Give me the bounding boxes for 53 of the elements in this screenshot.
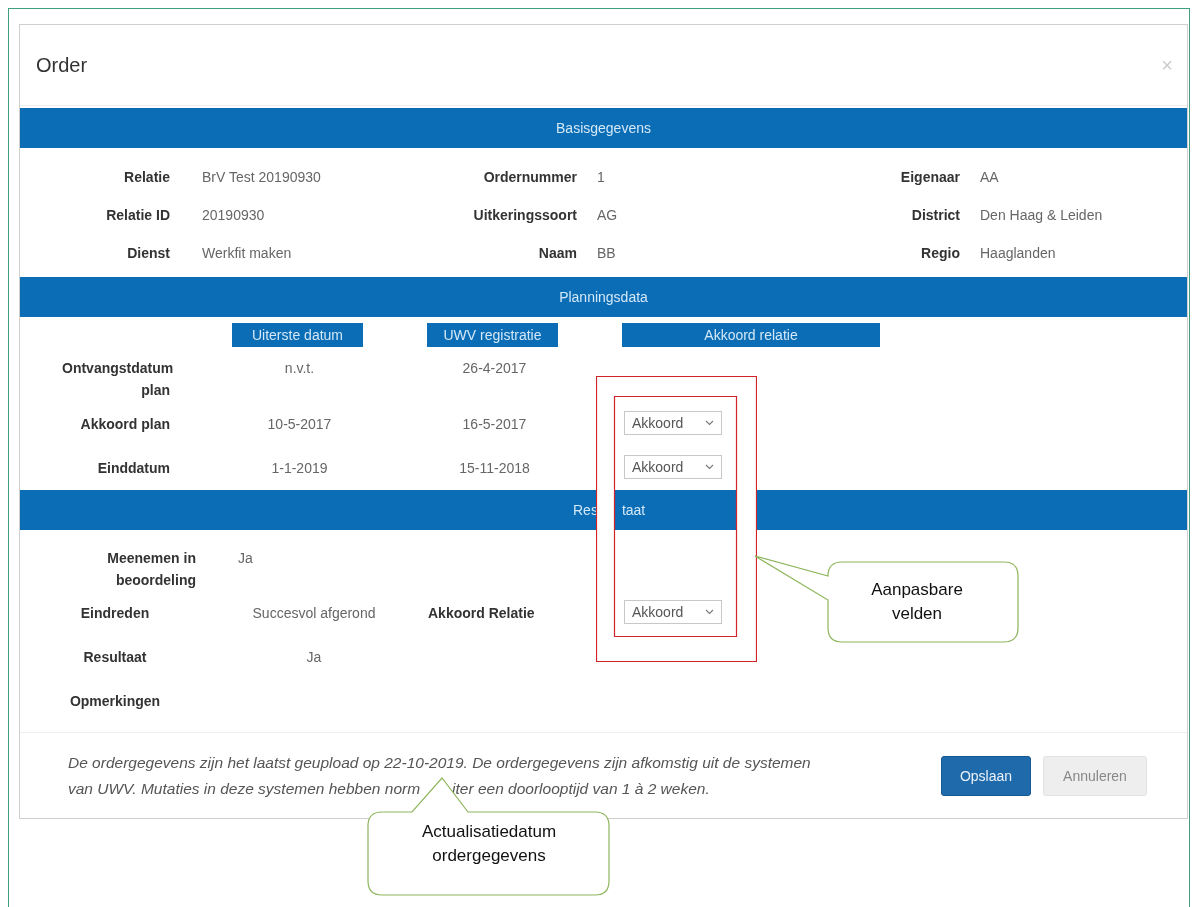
field-value: 1 bbox=[596, 169, 606, 185]
field-label: Ordernummer bbox=[482, 169, 577, 185]
status-dropdown[interactable]: Akkoord bbox=[624, 411, 722, 435]
section-title: Planningsdata bbox=[559, 289, 648, 305]
section-title: taat bbox=[621, 502, 646, 518]
field-label: Dienst bbox=[126, 245, 170, 261]
status-dropdown[interactable]: Akkoord bbox=[624, 600, 722, 624]
field-value: AG bbox=[596, 207, 619, 223]
field-value: Werkfit maken bbox=[201, 245, 293, 261]
status-dropdown[interactable]: Akkoord bbox=[624, 455, 722, 479]
callout-text: Aanpasbare velden bbox=[870, 579, 964, 625]
field-value: 20190930 bbox=[201, 207, 266, 223]
field-label: Akkoord Relatie bbox=[427, 604, 536, 623]
dialog-title: Order bbox=[36, 53, 88, 77]
footer-note: van UWV. Mutaties in deze systemen hebben norm bbox=[68, 778, 421, 799]
footer-note: iter een doorlooptijd van 1 à 2 weken. bbox=[452, 778, 710, 799]
row-label: Meenemen in beoordeling bbox=[106, 549, 196, 590]
date-value: 16-5-2017 bbox=[461, 415, 528, 434]
field-label: Naam bbox=[537, 245, 577, 261]
row-label: Eindreden bbox=[79, 604, 151, 623]
field-label: Relatie bbox=[123, 169, 170, 185]
field-value: Succesvol afgerond bbox=[251, 604, 377, 623]
field-value: BrV Test 20190930 bbox=[201, 169, 322, 185]
footer-note: De ordergegevens zijn het laatst geupload op 22-10-2019. De ordergegevens zijn afkomstig uit de systemen bbox=[68, 752, 811, 773]
field-label: Uitkeringssoort bbox=[472, 207, 577, 223]
field-value: Ja bbox=[305, 648, 323, 667]
field-value: Den Haag & Leiden bbox=[979, 207, 1104, 223]
field-label: Regio bbox=[920, 245, 960, 261]
section-title: Basisgegevens bbox=[556, 120, 651, 136]
row-label: Einddatum bbox=[96, 459, 170, 478]
save-button[interactable]: Opslaan bbox=[941, 755, 1031, 796]
field-label: Eigenaar bbox=[899, 169, 960, 185]
field-label: District bbox=[910, 207, 960, 223]
field-value: Ja bbox=[237, 549, 254, 568]
field-value: BB bbox=[596, 245, 617, 261]
date-value: 10-5-2017 bbox=[266, 415, 333, 434]
row-label: Akkoord plan bbox=[79, 415, 170, 434]
column-header: UWV registratie bbox=[427, 323, 558, 347]
row-label: Opmerkingen bbox=[68, 692, 162, 711]
row-label: Resultaat bbox=[82, 648, 148, 667]
date-value: 15-11-2018 bbox=[458, 459, 531, 478]
chevron-down-icon bbox=[705, 464, 714, 470]
column-header: Uiterste datum bbox=[232, 323, 363, 347]
field-label: Relatie ID bbox=[105, 207, 170, 223]
date-value: n.v.t. bbox=[283, 359, 316, 378]
chevron-down-icon bbox=[705, 609, 714, 615]
callout-text: Actualisatiedatum ordergegevens bbox=[420, 821, 558, 867]
chevron-down-icon bbox=[705, 420, 714, 426]
field-value: Haaglanden bbox=[979, 245, 1057, 261]
column-header: Akkoord relatie bbox=[622, 323, 880, 347]
date-value: 26-4-2017 bbox=[461, 359, 528, 378]
field-value: AA bbox=[979, 169, 1000, 185]
date-value: 1-1-2019 bbox=[270, 459, 329, 478]
